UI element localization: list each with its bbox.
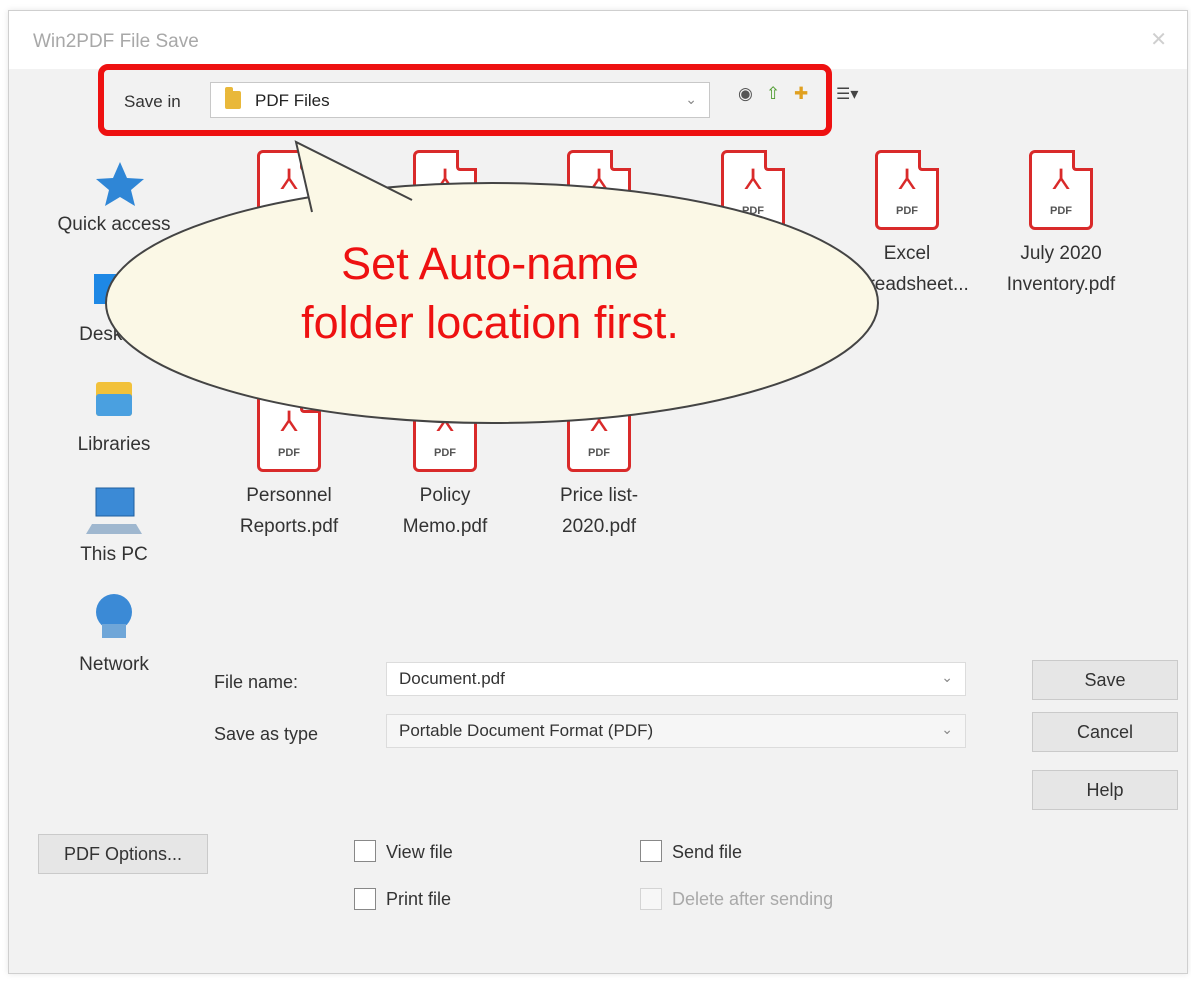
pdf-options-button[interactable]: PDF Options... [38,834,208,874]
callout-line: folder location first. [301,297,679,348]
file-name-combobox[interactable]: Document.pdf ⌄ [386,662,966,696]
callout-text: Set Auto-name folder location first. [200,234,780,352]
save-as-type-label: Save as type [214,724,319,744]
save-as-type-combobox[interactable]: Portable Document Format (PDF) ⌄ [386,714,966,748]
view-file-checkbox[interactable] [354,840,376,862]
file-name-value: Document.pdf [399,669,505,688]
send-file-checkbox[interactable] [640,840,662,862]
view-file-label: View file [386,842,453,862]
file-name-label: File name: [214,672,299,692]
chevron-down-icon[interactable]: ⌄ [941,669,953,686]
print-file-label: Print file [386,889,452,909]
send-file-label: Send file [672,842,743,862]
chevron-down-icon[interactable]: ⌄ [941,721,953,738]
save-button[interactable]: Save [1032,660,1178,700]
callout-line: Set Auto-name [341,238,639,289]
delete-after-sending-label: Delete after sending [672,889,834,909]
cancel-button[interactable]: Cancel [1032,712,1178,752]
delete-after-sending-checkbox[interactable] [640,888,662,910]
save-as-type-value: Portable Document Format (PDF) [399,721,654,740]
print-file-checkbox[interactable] [354,888,376,910]
help-button[interactable]: Help [1032,770,1178,810]
